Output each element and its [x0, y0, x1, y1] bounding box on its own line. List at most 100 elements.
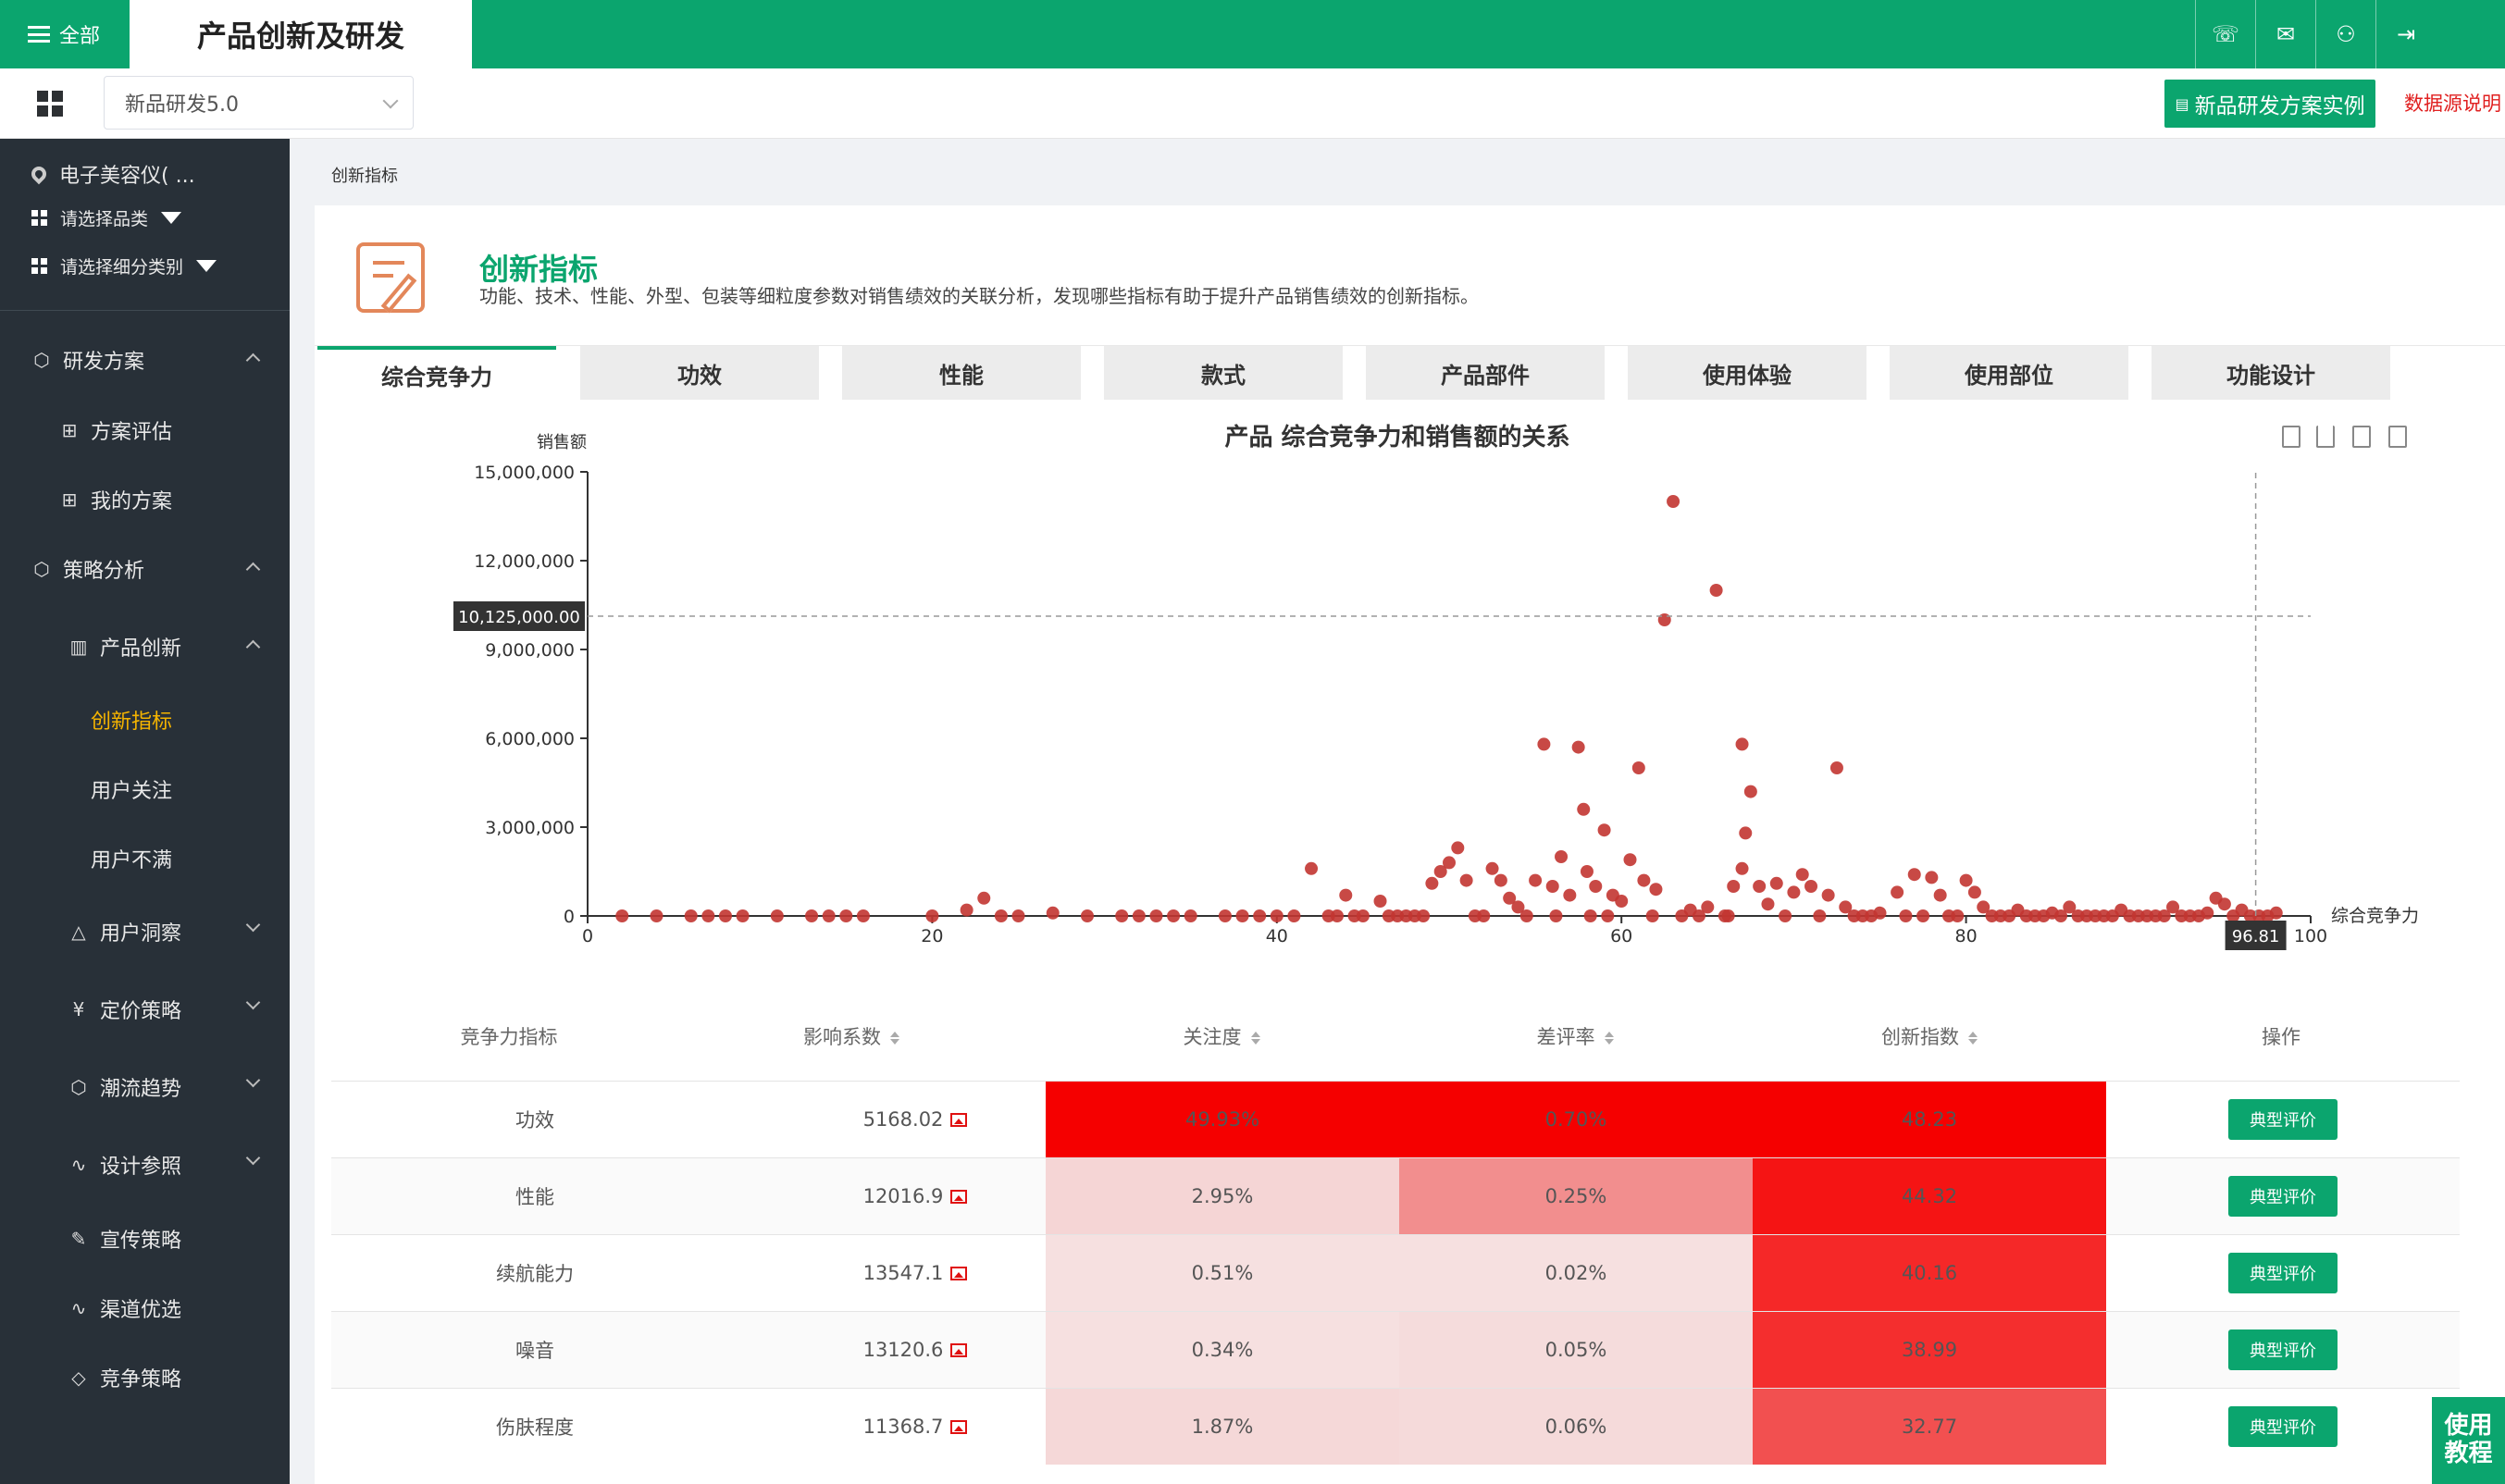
scatter-point	[1589, 880, 1603, 893]
scatter-point	[736, 909, 750, 922]
sidebar-item-trends[interactable]: ⬡ 潮流趋势	[0, 1064, 290, 1110]
sidebar-item-plan-eval[interactable]: ⊞ 方案评估	[0, 407, 290, 453]
typical-review-button[interactable]: 典型评价	[2228, 1329, 2338, 1370]
sort-icon[interactable]	[890, 1032, 899, 1045]
tab-experience[interactable]: 使用体验	[1628, 346, 1866, 400]
scatter-point	[1891, 885, 1904, 899]
tab-efficacy[interactable]: 功效	[580, 346, 819, 400]
typical-review-button[interactable]: 典型评价	[2228, 1406, 2338, 1447]
scatter-point	[1545, 880, 1559, 893]
scatter-point	[1218, 909, 1232, 922]
data-source-link[interactable]: 数据源说明	[2404, 89, 2501, 117]
sidebar-item-user-insight[interactable]: △ 用户洞察	[0, 909, 290, 955]
sidebar-item-competition[interactable]: ◇ 竞争策略	[0, 1354, 290, 1401]
all-menu-button[interactable]: 全部	[0, 0, 130, 68]
image-icon[interactable]	[950, 1189, 968, 1204]
caret-down-icon	[161, 212, 182, 224]
sidebar-item-my-plan[interactable]: ⊞ 我的方案	[0, 476, 290, 523]
sidebar-item-strategy[interactable]: ⬡ 策略分析	[0, 546, 290, 592]
tutorial-button[interactable]: 使用 教程	[2432, 1397, 2505, 1484]
case-example-button[interactable]: ▤ 新品研发方案实例	[2164, 80, 2375, 128]
sort-icon[interactable]	[1250, 1032, 1260, 1045]
scatter-point	[1382, 909, 1395, 922]
cube-icon: ⬡	[33, 558, 50, 580]
scatter-point	[1631, 761, 1645, 774]
table-header-innovation-index[interactable]: 创新指数	[1828, 1022, 2031, 1050]
scatter-point	[1253, 909, 1267, 922]
coef-value: 13120.6	[862, 1339, 944, 1361]
attention-value: 1.87%	[1191, 1416, 1254, 1438]
user-icon[interactable]: ⚇	[2315, 0, 2375, 68]
table-row: 噪音 13120.6 0.34% 0.05% 38.99 典型评价	[331, 1311, 2460, 1388]
cell-operation: 典型评价	[2106, 1312, 2460, 1388]
scatter-point	[1417, 909, 1431, 922]
attention-value: 2.95%	[1191, 1185, 1254, 1207]
scatter-point	[1494, 873, 1507, 887]
table-header-coef[interactable]: 影响系数	[750, 1022, 953, 1050]
tab-function-design[interactable]: 功能设计	[2152, 346, 2390, 400]
case-example-label: 新品研发方案实例	[2194, 94, 2365, 118]
image-icon[interactable]	[950, 1112, 968, 1127]
wechat-icon[interactable]: ✉	[2255, 0, 2315, 68]
typical-review-button[interactable]: 典型评价	[2228, 1253, 2338, 1293]
x-axis-label: 综合竞争力	[2331, 906, 2419, 926]
scatter-point	[2261, 909, 2275, 922]
subcategory-select[interactable]: 请选择细分类别	[31, 254, 321, 278]
scatter-point	[1769, 876, 1783, 890]
scatter-point	[1149, 909, 1163, 922]
subcategory-select-label: 请选择细分类别	[60, 257, 184, 278]
sort-icon[interactable]	[1968, 1032, 1978, 1045]
typical-review-button[interactable]: 典型评价	[2228, 1176, 2338, 1217]
sidebar-item-pricing[interactable]: ¥ 定价策略	[0, 986, 290, 1033]
sidebar-item-rd-plan[interactable]: ⬡ 研发方案	[0, 337, 290, 383]
scatter-point	[1795, 868, 1809, 882]
scatter-point	[1399, 909, 1413, 922]
y-tick-label: 9,000,000	[485, 640, 575, 661]
scatter-point	[2054, 909, 2068, 922]
sidebar-item-product-innovation[interactable]: ▥ 产品创新	[0, 624, 290, 670]
phone-icon[interactable]: ☏	[2195, 0, 2255, 68]
tab-parts[interactable]: 产品部件	[1366, 346, 1605, 400]
location-selector[interactable]: 电子美容仪( ...	[28, 159, 321, 189]
app-grid-icon[interactable]	[37, 91, 63, 117]
tutorial-label-1: 使用	[2444, 1412, 2493, 1440]
scatter-point	[1373, 895, 1387, 908]
sidebar-item-promotion[interactable]: ✎ 宣传策略	[0, 1216, 290, 1262]
scatter-point	[1821, 888, 1835, 902]
scatter-point	[1899, 909, 1913, 922]
sidebar-item-user-dissatisfaction[interactable]: 用户不满	[0, 835, 290, 882]
scatter-point	[1779, 909, 1792, 922]
sidebar-item-innovation-index[interactable]: 创新指标	[0, 697, 290, 743]
logout-icon[interactable]: ⇥	[2375, 0, 2436, 68]
table-header-negative-rate[interactable]: 差评率	[1473, 1022, 1677, 1050]
scatter-point	[1615, 895, 1629, 908]
chart-crosshair: 10,125,000.00 96.81	[453, 472, 2311, 950]
cell-operation: 典型评价	[2106, 1158, 2460, 1234]
tab-comprehensive[interactable]: 综合竞争力	[317, 346, 556, 400]
category-select[interactable]: 请选择品类	[31, 205, 321, 230]
tab-style[interactable]: 款式	[1104, 346, 1343, 400]
cell-coef: 13547.1	[738, 1235, 1092, 1311]
scatter-point	[1080, 909, 1094, 922]
version-select[interactable]: 新品研发5.0	[104, 76, 414, 130]
image-icon[interactable]	[950, 1266, 968, 1280]
sidebar-item-label: 竞争策略	[100, 1368, 182, 1391]
y-tick-label: 15,000,000	[474, 463, 575, 483]
cube-icon: ⬡	[33, 349, 50, 371]
scatter-point	[2175, 909, 2189, 922]
tab-performance[interactable]: 性能	[842, 346, 1081, 400]
typical-review-button[interactable]: 典型评价	[2228, 1099, 2338, 1140]
y-tick-label: 3,000,000	[485, 818, 575, 838]
image-icon[interactable]	[950, 1342, 968, 1357]
table-header-attention[interactable]: 关注度	[1120, 1022, 1323, 1050]
tab-body-part[interactable]: 使用部位	[1890, 346, 2128, 400]
sidebar-item-channels[interactable]: ∿ 渠道优选	[0, 1285, 290, 1331]
sort-icon[interactable]	[1604, 1032, 1614, 1045]
scatter-point	[1519, 909, 1533, 922]
sidebar-item-design-reference[interactable]: ∿ 设计参照	[0, 1142, 290, 1188]
innovation-index-value: 38.99	[1901, 1339, 1958, 1361]
image-icon[interactable]	[950, 1419, 968, 1434]
sidebar-item-label: 用户不满	[91, 849, 173, 872]
sidebar-item-user-attention[interactable]: 用户关注	[0, 766, 290, 812]
x-tick-label: 20	[921, 926, 943, 946]
